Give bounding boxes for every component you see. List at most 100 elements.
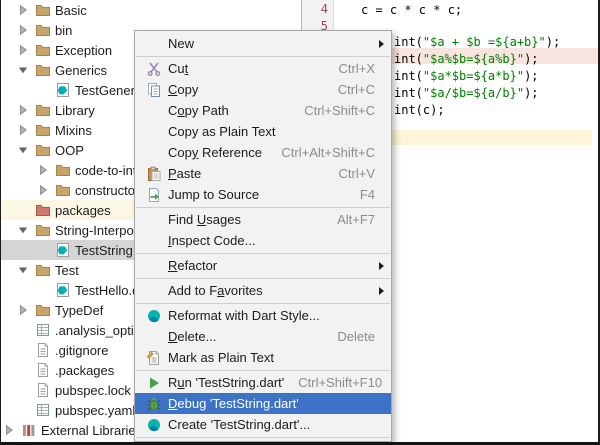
menu-separator-line: [136, 303, 390, 304]
menu-label-text: u: [177, 375, 184, 390]
menu-item-cut[interactable]: CutCtrl+X: [135, 58, 391, 79]
menu-item-copy-as-plain-text[interactable]: Copy as Plain Text: [135, 121, 391, 142]
code-line[interactable]: int("$a + $b =${a+b}");: [394, 34, 560, 51]
menu-label-text: D: [168, 329, 177, 344]
menu-item-new[interactable]: New: [135, 33, 391, 54]
code-line[interactable]: c = c * c * c;: [361, 2, 462, 19]
menu-item-label: Reformat with Dart Style...: [168, 308, 320, 323]
folder-icon: [35, 262, 51, 278]
folder-icon: [35, 22, 51, 38]
chevron-expanded-icon[interactable]: [15, 222, 31, 238]
tree-item-label: External Libraries: [41, 423, 142, 438]
tree-arrow-spacer: [35, 282, 51, 298]
tree-arrow-spacer: [15, 342, 31, 358]
paste-icon: [145, 166, 162, 182]
menu-separator-line: [136, 370, 390, 371]
folder-icon: [35, 2, 51, 18]
dart-icon: [145, 417, 162, 433]
menu-item-mark-as-plain-text[interactable]: Mark as Plain Text: [135, 347, 391, 368]
menu-icon-spacer: [145, 36, 162, 52]
menu-item-label: Run 'TestString.dart': [168, 375, 284, 390]
menu-item-create-teststring-dart[interactable]: Create 'TestString.dart'...: [135, 414, 391, 435]
menu-item-label: Mark as Plain Text: [168, 350, 274, 365]
menu-separator-line: [136, 278, 390, 279]
menu-item-shortcut: Ctrl+Shift+C: [304, 103, 375, 118]
menu-item-shortcut: Ctrl+Alt+Shift+C: [281, 145, 375, 160]
chevron-expanded-icon[interactable]: [15, 142, 31, 158]
menu-label-text: n 'TestString.dart': [185, 375, 285, 390]
submenu-arrow-icon: [375, 40, 384, 48]
external-libraries-icon: [21, 422, 37, 438]
string-literal: "$a*$b=${a*b}": [423, 69, 524, 83]
tree-item-label: pubspec.lock: [55, 383, 131, 398]
folder-icon: [35, 62, 51, 78]
tree-arrow-spacer: [15, 362, 31, 378]
tree-item-label: packages: [55, 203, 111, 218]
tree-item-label: Exception: [55, 43, 112, 58]
menu-label-text: py Path: [185, 103, 229, 118]
debug-bug-icon: [145, 396, 162, 412]
menu-icon-spacer: [145, 329, 162, 345]
menu-item-copy-reference[interactable]: Copy ReferenceCtrl+Alt+Shift+C: [135, 142, 391, 163]
line-number: 4: [321, 1, 328, 18]
menu-item-jump-to-source[interactable]: Jump to SourceF4: [135, 184, 391, 205]
code-text: );: [546, 35, 560, 49]
menu-item-label: Debug 'TestString.dart': [168, 396, 299, 411]
menu-icon-spacer: [145, 124, 162, 140]
menu-item-copy-path[interactable]: Copy PathCtrl+Shift+C: [135, 100, 391, 121]
menu-item-reformat-with-dart-style[interactable]: Reformat with Dart Style...: [135, 305, 391, 326]
chevron-collapsed-icon[interactable]: [15, 102, 31, 118]
chevron-collapsed-icon[interactable]: [35, 182, 51, 198]
tree-item-basic[interactable]: Basic: [1, 0, 315, 20]
menu-label-text: D: [168, 396, 177, 411]
code-line[interactable]: int("$a/$b=${a/b}");: [394, 85, 539, 102]
run-icon: [145, 375, 162, 391]
menu-label-text: Cop: [168, 145, 192, 160]
tree-arrow-spacer: [15, 322, 31, 338]
menu-item-inspect-code[interactable]: Inspect Code...: [135, 230, 391, 251]
string-literal: "$a/$b=${a/b}": [423, 86, 524, 100]
code-line[interactable]: int("$a%$b=${a%b}");: [394, 51, 539, 68]
excluded-folder-icon: [35, 202, 51, 218]
menu-item-copy[interactable]: CopyCtrl+C: [135, 79, 391, 100]
chevron-expanded-icon[interactable]: [15, 62, 31, 78]
menu-icon-spacer: [145, 145, 162, 161]
tree-item-label: code-to-int: [75, 163, 136, 178]
menu-label-text: o: [177, 103, 184, 118]
chevron-collapsed-icon[interactable]: [15, 22, 31, 38]
folder-icon: [55, 182, 71, 198]
submenu-arrow-triangle: [379, 262, 384, 270]
menu-item-run-teststring-dart[interactable]: Run 'TestString.dart'Ctrl+Shift+F10: [135, 372, 391, 393]
tree-item-label: .gitignore: [55, 343, 108, 358]
menu-item-add-to-favorites[interactable]: Add to Favorites: [135, 280, 391, 301]
menu-item-paste[interactable]: PasteCtrl+V: [135, 163, 391, 184]
tree-item-label: Basic: [55, 3, 87, 18]
chevron-expanded-icon[interactable]: [15, 262, 31, 278]
menu-label-text: Add to F: [168, 283, 217, 298]
dart-file-icon: [55, 242, 71, 258]
code-line[interactable]: int(c);: [394, 102, 445, 119]
menu-icon-spacer: [145, 233, 162, 249]
menu-separator-line: [136, 253, 390, 254]
menu-item-refactor[interactable]: Refactor: [135, 255, 391, 276]
menu-item-find-usages[interactable]: Find UsagesAlt+F7: [135, 209, 391, 230]
folder-icon: [55, 162, 71, 178]
menu-item-shortcut: F4: [360, 187, 375, 202]
menu-item-debug-teststring-dart[interactable]: Debug 'TestString.dart': [135, 393, 391, 414]
menu-item-shortcut: Alt+F7: [337, 212, 375, 227]
code-text: );: [524, 86, 538, 100]
chevron-collapsed-icon[interactable]: [15, 302, 31, 318]
chevron-collapsed-icon[interactable]: [1, 422, 17, 438]
code-line[interactable]: int("$a*$b=${a*b}");: [394, 68, 539, 85]
chevron-collapsed-icon[interactable]: [15, 42, 31, 58]
chevron-collapsed-icon[interactable]: [35, 162, 51, 178]
ide-window: BasicbinExceptionGenericsTestGenericLibr…: [0, 0, 600, 445]
chevron-collapsed-icon[interactable]: [15, 122, 31, 138]
folder-icon: [35, 222, 51, 238]
tree-item-label: .analysis_optio: [55, 323, 141, 338]
menu-item-delete[interactable]: Delete...Delete: [135, 326, 391, 347]
code-text: c = c * c * c;: [361, 3, 462, 17]
menu-item-shortcut: Ctrl+C: [338, 82, 375, 97]
chevron-collapsed-icon[interactable]: [15, 2, 31, 18]
context-menu: NewCutCtrl+XCopyCtrl+CCopy PathCtrl+Shif…: [134, 30, 392, 442]
